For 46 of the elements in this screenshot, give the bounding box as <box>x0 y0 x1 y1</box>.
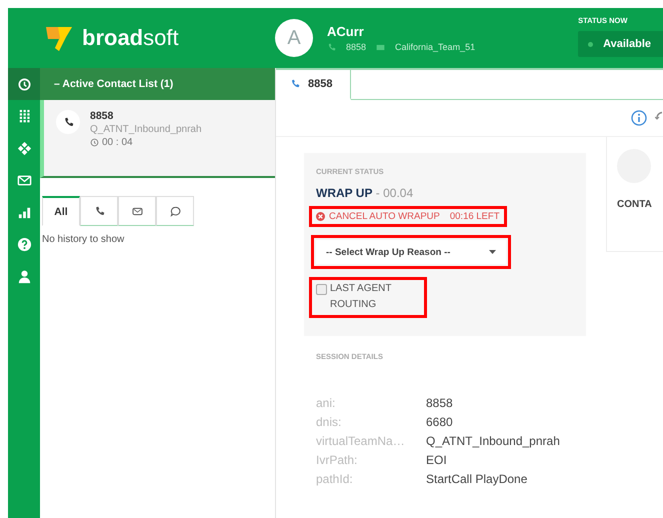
mail-icon <box>132 206 142 216</box>
close-icon <box>316 212 325 221</box>
detail-label: ani: <box>316 396 336 410</box>
history-tab[interactable] <box>118 196 156 226</box>
help-icon <box>16 236 32 252</box>
contact-queue: Q_ATNT_Inbound_pnrah <box>90 124 202 135</box>
phone-icon <box>94 206 104 216</box>
checkbox[interactable] <box>316 284 327 295</box>
user-icon <box>16 268 32 284</box>
detail-value: StartCall PlayDone <box>426 472 528 486</box>
contact-card[interactable]: 8858 Q_ATNT_Inbound_pnrah 00 : 04 <box>40 100 275 178</box>
detail-value: Q_ATNT_Inbound_pnrah <box>426 434 561 448</box>
contact-timer: 00 : 04 <box>102 137 133 148</box>
extension: 8858 <box>346 42 366 52</box>
cancel-wrapup-link[interactable]: CANCEL AUTO WRAPUP 00:16 LEFT <box>316 211 500 222</box>
team-name: California_Team_51 <box>395 42 476 52</box>
phone-icon <box>327 42 336 52</box>
checkbox-label[interactable]: LAST AGENT ROUTING <box>330 281 416 313</box>
logo-text: broadsoft <box>82 25 179 51</box>
team-icon <box>376 42 386 52</box>
panel-title: CONTA <box>617 199 653 210</box>
contact-list-header[interactable]: – Active Contact List (1) <box>40 68 275 100</box>
call-tab[interactable]: 8858 <box>276 70 351 100</box>
detail-label: pathId: <box>316 472 354 486</box>
empty-history-text: No history to show <box>41 233 126 245</box>
history-tab[interactable] <box>156 196 194 226</box>
detail-value: 8858 <box>426 396 454 410</box>
mail-icon <box>16 172 32 188</box>
detail-value: EOI <box>426 453 448 467</box>
status-button[interactable]: Available <box>578 31 663 57</box>
avatar: A <box>275 19 313 57</box>
agent-name: ACurr <box>327 24 365 39</box>
diamond-icon <box>16 140 32 156</box>
contact-number: 8858 <box>90 110 114 122</box>
chat-icon <box>170 206 180 216</box>
detail-label: virtualTeamNa… <box>316 434 406 448</box>
caret-icon <box>489 250 496 254</box>
detail-label: IvrPath: <box>316 453 358 467</box>
status-text: WRAP UP - 00.04 <box>316 186 414 200</box>
phone-icon <box>62 116 74 128</box>
detail-label: dnis: <box>316 415 342 429</box>
info-icon[interactable] <box>631 110 647 126</box>
history-tab[interactable]: All <box>42 196 80 226</box>
phone-icon <box>290 79 300 89</box>
detail-value: 6680 <box>426 415 454 429</box>
wrapup-reason-dropdown[interactable]: -- Select Wrap Up Reason -- <box>316 240 506 264</box>
